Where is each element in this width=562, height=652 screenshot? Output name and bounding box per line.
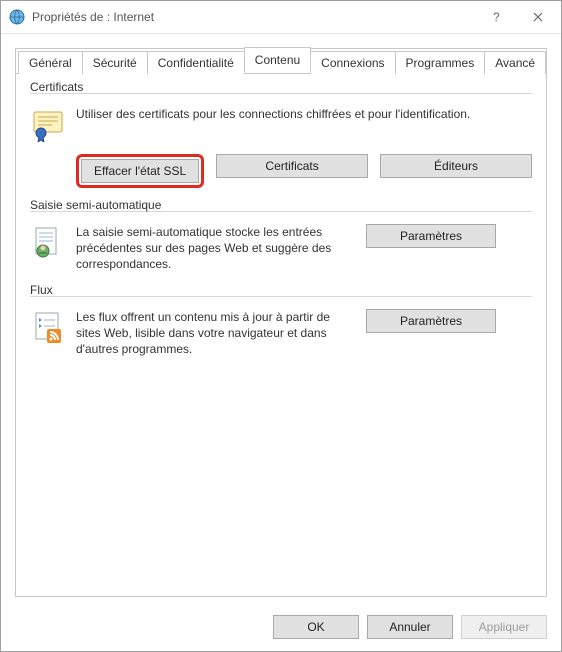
feeds-settings-button[interactable]: Paramètres [366, 309, 496, 333]
group-certificates: Certificats [30, 86, 532, 188]
autocomplete-description: La saisie semi-automatique stocke les en… [76, 224, 356, 273]
tab-general[interactable]: Général [18, 51, 83, 74]
group-feeds: Flux [30, 289, 532, 358]
ok-button[interactable]: OK [273, 615, 359, 639]
publishers-button[interactable]: Éditeurs [380, 154, 532, 178]
apply-button[interactable]: Appliquer [461, 615, 547, 639]
group-autocomplete: Saisie semi-automatique [30, 204, 532, 273]
window-title: Propriétés de : Internet [32, 10, 475, 24]
certificate-icon [30, 106, 66, 142]
tab-advanced[interactable]: Avancé [484, 51, 546, 74]
group-feeds-label: Flux [30, 283, 53, 297]
certificates-button[interactable]: Certificats [216, 154, 368, 178]
help-button[interactable]: ? [475, 3, 517, 32]
autocomplete-settings-button[interactable]: Paramètres [366, 224, 496, 248]
globe-icon [9, 9, 25, 25]
tab-security[interactable]: Sécurité [82, 51, 148, 74]
close-button[interactable] [517, 3, 559, 32]
tab-content[interactable]: Contenu [244, 47, 311, 73]
tab-connections[interactable]: Connexions [310, 51, 395, 74]
tab-privacy[interactable]: Confidentialité [147, 51, 245, 74]
cancel-button[interactable]: Annuler [367, 615, 453, 639]
autocomplete-icon [30, 224, 66, 260]
group-autocomplete-label: Saisie semi-automatique [30, 198, 161, 212]
dialog-internet-properties: Propriétés de : Internet ? Général Sécur… [0, 0, 562, 652]
tab-content-page: Certificats [16, 74, 546, 596]
clear-ssl-state-button[interactable]: Effacer l'état SSL [81, 159, 199, 183]
svg-text:?: ? [493, 10, 500, 24]
tab-programs[interactable]: Programmes [395, 51, 486, 74]
certificates-description: Utiliser des certificats pour les connec… [76, 106, 532, 122]
feeds-icon [30, 309, 66, 345]
feeds-description: Les flux offrent un contenu mis à jour à… [76, 309, 356, 358]
tab-strip: Général Sécurité Confidentialité Contenu… [16, 48, 546, 74]
dialog-footer: OK Annuler Appliquer [1, 605, 561, 651]
content-area: Général Sécurité Confidentialité Contenu… [1, 34, 561, 605]
titlebar: Propriétés de : Internet ? [1, 1, 561, 34]
tab-panel: Général Sécurité Confidentialité Contenu… [15, 48, 547, 597]
group-certificates-label: Certificats [30, 80, 83, 94]
highlight-annotation: Effacer l'état SSL [76, 154, 204, 188]
